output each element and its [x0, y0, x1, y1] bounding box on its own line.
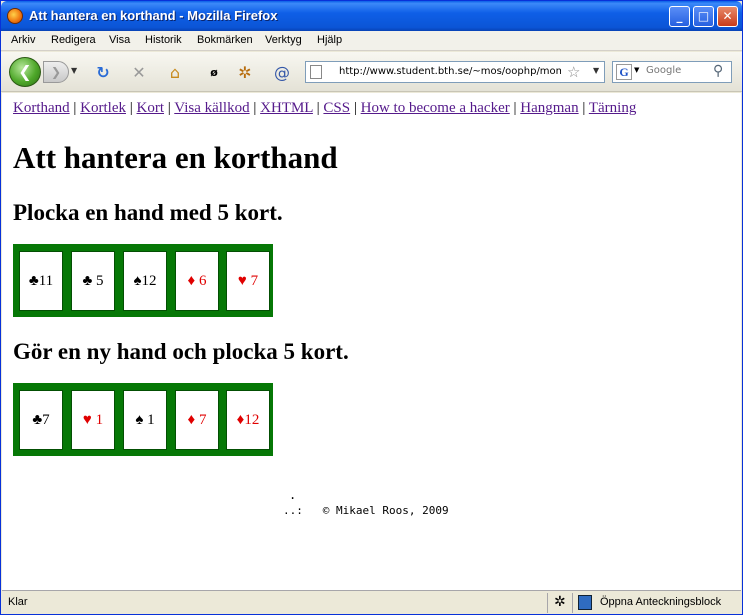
- navigation-toolbar: ❮ ❯ ▼ ↻ ✕ ⌂ ø ✲ @ http://www.student.bth…: [1, 52, 742, 92]
- maximize-button[interactable]: □: [693, 6, 714, 27]
- home-icon[interactable]: ⌂: [165, 63, 185, 83]
- footer-copyright: ..: © Mikael Roos, 2009: [283, 504, 449, 517]
- nav-link-hangman[interactable]: Hangman: [520, 100, 578, 116]
- notebook-icon[interactable]: [578, 595, 592, 610]
- card-suit-icon: ♣: [82, 273, 93, 289]
- playing-card: ♣11: [19, 251, 63, 311]
- page-icon: [310, 65, 322, 79]
- playing-card: ♠ 1: [123, 390, 167, 450]
- card-suit-icon: ♣: [32, 412, 43, 428]
- separator: |: [316, 100, 320, 116]
- playing-card: ♦ 7: [175, 390, 219, 450]
- nav-link-hacker[interactable]: How to become a hacker: [361, 100, 510, 116]
- card-value: 5: [96, 273, 104, 289]
- minimize-button[interactable]: _: [669, 6, 690, 27]
- section-heading-2: Gör en ny hand och plocka 5 kort.: [13, 339, 349, 364]
- playing-card: ♥ 1: [71, 390, 115, 450]
- card-suit-icon: ♥: [237, 273, 247, 289]
- card-value: 12: [244, 412, 260, 428]
- card-hand-2: ♣7 ♥ 1 ♠ 1 ♦ 7 ♦12: [13, 383, 273, 456]
- forward-button[interactable]: ❯: [43, 61, 69, 83]
- nav-link-css[interactable]: CSS: [323, 100, 350, 116]
- card-suit-icon: ♦: [187, 273, 196, 289]
- card-suit-icon: ♥: [82, 412, 92, 428]
- menu-visa[interactable]: Visa: [109, 34, 130, 46]
- card-value: 1: [147, 412, 155, 428]
- status-divider: [572, 593, 573, 613]
- status-text: Klar: [8, 596, 28, 608]
- site-navigation: Korthand | Kortlek | Kort | Visa källkod…: [13, 100, 636, 117]
- menu-verktyg[interactable]: Verktyg: [265, 34, 302, 46]
- search-icon[interactable]: ⚲: [713, 63, 723, 79]
- card-suit-icon: ♦: [187, 412, 196, 428]
- status-bar: Klar ✲ Öppna Anteckningsblock: [2, 590, 741, 614]
- stop-icon[interactable]: ✕: [129, 63, 149, 83]
- menu-arkiv[interactable]: Arkiv: [11, 34, 35, 46]
- back-button[interactable]: ❮: [9, 57, 41, 87]
- title-bar[interactable]: Att hantera en korthand - Mozilla Firefo…: [1, 1, 742, 31]
- url-input[interactable]: http://www.student.bth.se/~mos/oophp/mom: [339, 66, 561, 77]
- separator: |: [129, 100, 133, 116]
- google-logo-icon[interactable]: G: [616, 64, 632, 80]
- addon-spiral-icon[interactable]: @: [272, 63, 292, 83]
- firebug-icon[interactable]: ✲: [235, 63, 255, 83]
- menu-redigera[interactable]: Redigera: [51, 34, 96, 46]
- playing-card: ♠12: [123, 251, 167, 311]
- card-value: 1: [95, 412, 104, 428]
- separator: |: [582, 100, 586, 116]
- window-title: Att hantera en korthand - Mozilla Firefo…: [29, 8, 278, 23]
- page-title: Att hantera en korthand: [13, 140, 338, 175]
- menu-historik[interactable]: Historik: [145, 34, 182, 46]
- browser-window: Att hantera en korthand - Mozilla Firefo…: [0, 0, 743, 615]
- nav-link-visa-kallkod[interactable]: Visa källkod: [174, 100, 249, 116]
- separator: |: [73, 100, 77, 116]
- card-value: 7: [198, 412, 207, 428]
- nav-link-kortlek[interactable]: Kortlek: [80, 100, 126, 116]
- status-divider: [547, 593, 548, 613]
- search-input[interactable]: [646, 65, 708, 76]
- separator: |: [353, 100, 357, 116]
- bookmark-star-icon[interactable]: ☆: [567, 63, 580, 81]
- nav-link-tarning[interactable]: Tärning: [589, 100, 636, 116]
- zoom-addon-icon[interactable]: ø: [204, 63, 224, 83]
- nav-link-kort[interactable]: Kort: [137, 100, 165, 116]
- nav-link-korthand[interactable]: Korthand: [13, 100, 70, 116]
- card-value: 6: [198, 273, 207, 289]
- card-value: 12: [141, 273, 157, 289]
- separator: |: [167, 100, 171, 116]
- card-suit-icon: ♣: [28, 273, 39, 289]
- menu-bar: Arkiv Redigera Visa Historik Bokmärken V…: [1, 31, 742, 51]
- playing-card: ♣ 5: [71, 251, 115, 311]
- reload-icon[interactable]: ↻: [93, 63, 113, 83]
- close-button[interactable]: ✕: [717, 6, 738, 27]
- nav-link-xhtml[interactable]: XHTML: [260, 100, 313, 116]
- playing-card: ♥ 7: [226, 251, 270, 311]
- footer-dot: .: [289, 488, 297, 502]
- menu-hjalp[interactable]: Hjälp: [317, 34, 342, 46]
- playing-card: ♦ 6: [175, 251, 219, 311]
- menu-bokmarken[interactable]: Bokmärken: [197, 34, 253, 46]
- playing-card: ♣7: [19, 390, 63, 450]
- firefox-logo-icon: [7, 8, 23, 24]
- open-notes-button[interactable]: Öppna Anteckningsblock: [600, 596, 721, 608]
- url-dropdown-icon[interactable]: ▼: [593, 66, 599, 75]
- card-value: 7: [42, 412, 50, 428]
- card-value: 7: [250, 273, 259, 289]
- firebug-status-icon[interactable]: ✲: [554, 594, 566, 610]
- separator: |: [513, 100, 517, 116]
- card-value: 11: [38, 273, 54, 289]
- address-bar[interactable]: http://www.student.bth.se/~mos/oophp/mom…: [305, 61, 605, 83]
- card-suit-icon: ♠: [135, 412, 144, 428]
- playing-card: ♦12: [226, 390, 270, 450]
- section-heading-1: Plocka en hand med 5 kort.: [13, 200, 283, 225]
- search-bar: G ▼ ⚲: [612, 61, 732, 83]
- page-content: Korthand | Kortlek | Kort | Visa källkod…: [2, 93, 741, 590]
- separator: |: [253, 100, 257, 116]
- search-engine-dropdown-icon[interactable]: ▼: [634, 66, 639, 74]
- card-hand-1: ♣11 ♣ 5 ♠12 ♦ 6 ♥ 7: [13, 244, 273, 317]
- history-dropdown-icon[interactable]: ▼: [71, 66, 77, 75]
